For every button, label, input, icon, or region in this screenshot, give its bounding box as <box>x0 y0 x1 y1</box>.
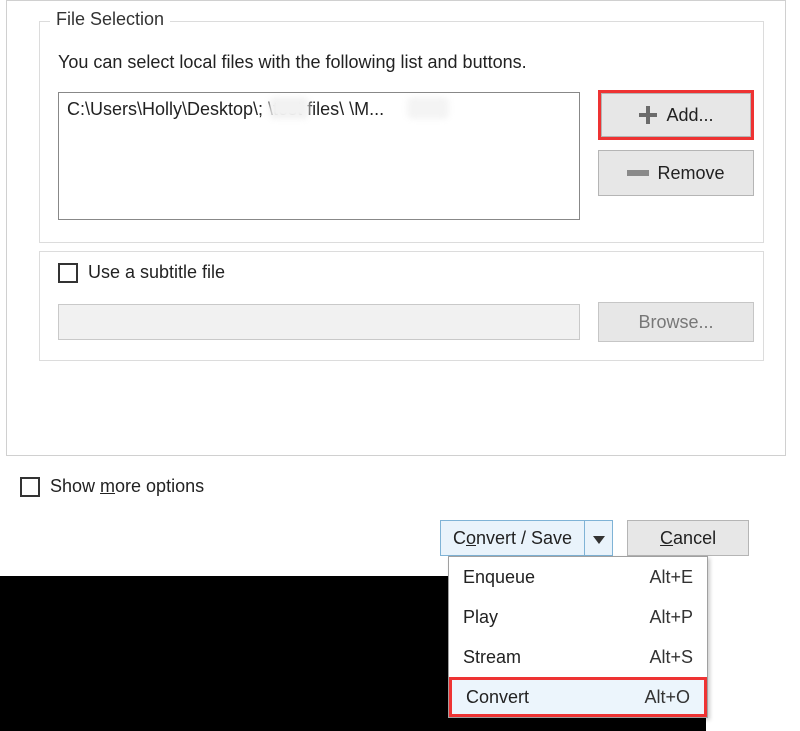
browse-button[interactable]: Browse... <box>598 302 754 342</box>
convert-save-label: Convert / Save <box>441 521 584 555</box>
add-button[interactable]: Add... <box>601 93 751 137</box>
remove-button-label: Remove <box>657 163 724 184</box>
convert-save-menu: Enqueue Alt+E Play Alt+P Stream Alt+S Co… <box>448 556 708 718</box>
dialog-panel: File Selection You can select local file… <box>6 0 786 456</box>
redacted-segment <box>269 97 309 119</box>
file-selection-group: File Selection You can select local file… <box>39 21 764 243</box>
redacted-segment <box>407 97 449 119</box>
cancel-button-label: Cancel <box>660 528 716 549</box>
file-selection-legend: File Selection <box>50 9 170 30</box>
remove-button[interactable]: Remove <box>598 150 754 196</box>
convert-save-button[interactable]: Convert / Save <box>440 520 613 556</box>
show-more-label: Show more options <box>50 476 204 497</box>
file-path-text: C:\Users\Holly\Desktop\; \test files\ \M… <box>67 99 384 119</box>
subtitle-path-input[interactable] <box>58 304 580 340</box>
show-more-checkbox[interactable] <box>20 477 40 497</box>
file-list[interactable]: C:\Users\Holly\Desktop\; \test files\ \M… <box>58 92 580 220</box>
minus-icon <box>627 170 649 176</box>
menu-item-enqueue[interactable]: Enqueue Alt+E <box>449 557 707 597</box>
plus-icon <box>638 105 658 125</box>
subtitle-group: Use a subtitle file Browse... <box>39 251 764 361</box>
file-selection-description: You can select local files with the foll… <box>58 52 527 73</box>
convert-save-dropdown-toggle[interactable] <box>584 521 612 555</box>
add-button-label: Add... <box>666 105 713 126</box>
browse-button-label: Browse... <box>638 312 713 333</box>
menu-item-stream[interactable]: Stream Alt+S <box>449 637 707 677</box>
subtitle-checkbox[interactable] <box>58 263 78 283</box>
menu-item-play[interactable]: Play Alt+P <box>449 597 707 637</box>
cancel-button[interactable]: Cancel <box>627 520 749 556</box>
menu-item-convert[interactable]: Convert Alt+O <box>449 677 707 717</box>
show-more-row: Show more options <box>20 476 204 497</box>
subtitle-checkbox-label: Use a subtitle file <box>88 262 225 283</box>
add-button-highlight: Add... <box>598 90 754 140</box>
chevron-down-icon <box>593 528 605 549</box>
